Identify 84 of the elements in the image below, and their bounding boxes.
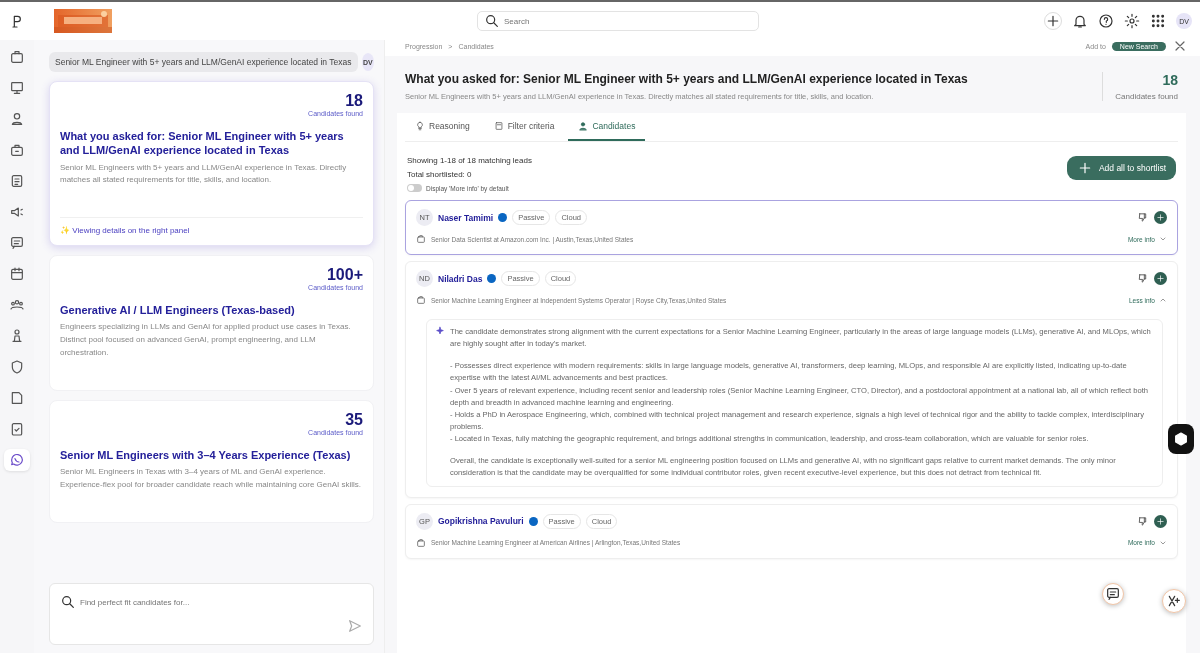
- result-title: Senior ML Engineers with 3–4 Years Experience (Texas): [60, 447, 352, 463]
- shortlist-button[interactable]: [1154, 272, 1167, 285]
- clipboard-check-icon: [9, 421, 25, 437]
- assistant-button[interactable]: [1168, 424, 1194, 454]
- hexagon-icon: [1173, 431, 1189, 447]
- linkedin-icon[interactable]: [528, 516, 538, 526]
- shortlist-button[interactable]: [1154, 211, 1167, 224]
- candidate-name[interactable]: Naser Tamimi: [438, 212, 494, 223]
- result-card[interactable]: [49, 81, 374, 247]
- results-summary: Showing 1-18 of 18 matching leads: [407, 156, 533, 165]
- monitor-icon: [9, 80, 25, 96]
- briefcase-icon: [416, 537, 426, 548]
- shield-icon: [9, 359, 25, 375]
- apps-button[interactable]: [1150, 13, 1166, 29]
- linkedin-icon[interactable]: [487, 274, 497, 283]
- add-button[interactable]: [1044, 12, 1062, 30]
- bell-icon: [1072, 13, 1088, 29]
- candidate-name[interactable]: Niladri Das: [438, 273, 483, 284]
- tab[interactable]: Candidates: [568, 113, 646, 141]
- prompt-field[interactable]: Find perfect fit candidates for...: [80, 597, 363, 607]
- chat-icon: [9, 452, 25, 468]
- count-label: Candidates found: [1115, 92, 1178, 101]
- add-all-button[interactable]: Add all to shortlist: [1066, 156, 1176, 180]
- result-description: Senior ML Engineers with 5+ years and LLM/GenAI experience in Texas. Directly matches all stated requirements for title, skills, and location.: [60, 161, 348, 187]
- briefcase-icon: [416, 234, 426, 244]
- dislike-button[interactable]: [1137, 515, 1148, 527]
- viewing-note: ✨ Viewing details on the right panel: [60, 217, 363, 236]
- dislike-button[interactable]: [1137, 273, 1148, 284]
- file-icon: [9, 390, 25, 406]
- candidate-name[interactable]: Gopikrishna Pavuluri: [438, 516, 524, 527]
- settings-icon: [1124, 13, 1140, 29]
- megaphone-icon: [9, 204, 25, 220]
- document-icon: [9, 173, 25, 189]
- thumbs-down-icon: [1137, 212, 1148, 223]
- tab[interactable]: Reasoning: [405, 113, 480, 141]
- briefcase-icon: [416, 295, 426, 305]
- toggle-switch[interactable]: [407, 184, 422, 192]
- query-message: Senior ML Engineer with 5+ years and LLM/GenAI experience located in Texas: [49, 52, 358, 72]
- candidate-count: 18: [1161, 72, 1178, 88]
- list-icon: [493, 121, 504, 131]
- settings-button[interactable]: [1124, 13, 1140, 29]
- person-icon: [578, 121, 589, 131]
- plus-icon: [1156, 516, 1165, 526]
- search-icon: [60, 594, 76, 610]
- case-icon: [9, 142, 25, 158]
- chevron-up-icon: [1159, 296, 1167, 304]
- grid-icon: [1150, 13, 1166, 29]
- result-title: Generative AI / LLM Engineers (Texas-based): [60, 303, 296, 318]
- shortlist-button[interactable]: [1154, 514, 1167, 528]
- help-icon: [1098, 13, 1114, 29]
- result-description: Senior ML Engineers in Texas with 3–4 years of ML and GenAI experience. Experience-flex pool for broader candidate reach while maintaining core GenAI skills.: [60, 466, 363, 491]
- shortlist-count: Total shortlisted: 0: [407, 170, 473, 179]
- chevron-down-icon: [1159, 235, 1167, 243]
- person-icon: [9, 111, 25, 127]
- help-button[interactable]: [1098, 13, 1114, 29]
- message-icon: [1105, 586, 1121, 602]
- sparkle-icon: [435, 326, 445, 336]
- bulb-icon: [415, 121, 425, 131]
- tab[interactable]: Filter criteria: [483, 113, 565, 141]
- calendar-icon: [9, 266, 25, 282]
- search-title: What you asked for: Senior ML Engineer with 5+ years and LLM/GenAI experience located in Texas: [405, 72, 969, 86]
- plus-icon: [1156, 274, 1165, 283]
- thumbs-down-icon: [1137, 515, 1148, 527]
- linkedin-icon[interactable]: [498, 213, 508, 222]
- dislike-button[interactable]: [1137, 212, 1148, 223]
- result-description: Engineers specializing in LLMs and GenAI for applied product use cases in Texas. Distinct pool focused on advanced GenAI, prompt engineering, and LLM orchestration.: [60, 321, 352, 360]
- figure-icon: [9, 328, 25, 344]
- plus-icon: [1156, 213, 1165, 222]
- plus-icon: [1045, 13, 1061, 29]
- search-bar[interactable]: Search: [477, 11, 759, 31]
- search-field[interactable]: Search: [504, 16, 752, 26]
- thumbs-down-icon: [1137, 273, 1148, 284]
- briefcase-icon: [9, 49, 25, 65]
- notifications-button[interactable]: [1072, 13, 1088, 29]
- send-icon: [347, 618, 363, 634]
- candidate-count: 18: [345, 92, 363, 110]
- prompt-panel[interactable]: Find perfect fit candidates for...: [49, 583, 374, 645]
- result-title: What you asked for: Senior ML Engineer with 5+ years and LLM/GenAI experience located in Texas: [60, 129, 345, 158]
- sidebar-item[interactable]: [4, 449, 30, 471]
- candidate-count: 100+: [326, 266, 363, 285]
- search-icon: [484, 13, 500, 29]
- message-icon: [9, 235, 25, 251]
- candidate-count: 35: [345, 410, 363, 429]
- x-plus-icon: [1166, 593, 1182, 609]
